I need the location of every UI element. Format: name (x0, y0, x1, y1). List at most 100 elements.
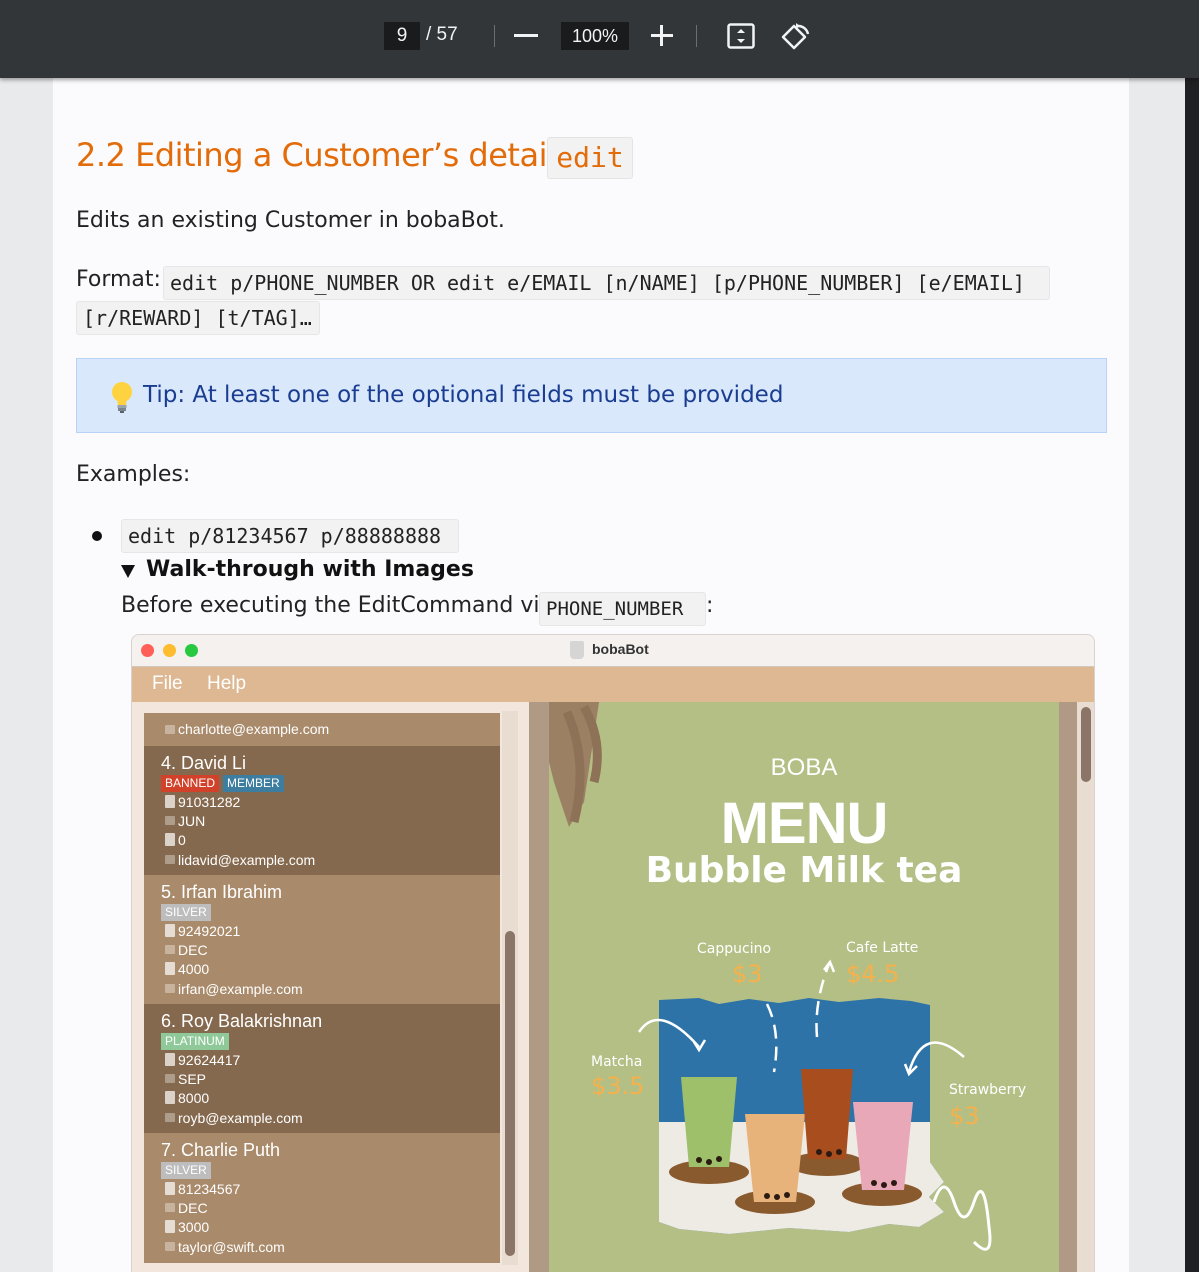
viewer-background (1185, 78, 1199, 1272)
tag-badge: PLATINUM (161, 1033, 229, 1050)
menu-artwork (549, 702, 992, 1251)
fit-page-button[interactable] (727, 23, 755, 49)
boba-menu-image: BOBA MENU Bubble Milk tea Cappucino $3 C… (549, 702, 1059, 1272)
customer-email: irfan@example.com (178, 981, 303, 997)
minimize-window-button[interactable] (163, 644, 176, 657)
customer-email: charlotte@example.com (178, 721, 330, 737)
gift-icon (165, 962, 175, 975)
rotate-icon (781, 23, 810, 50)
zoom-out-button[interactable] (514, 34, 538, 37)
calendar-icon (165, 945, 175, 954)
customer-reward: 4000 (178, 961, 210, 977)
customer-month: JUN (178, 813, 206, 829)
calendar-icon (165, 1074, 175, 1083)
scrollbar-thumb[interactable] (1081, 707, 1091, 782)
customer-list-scrollbar[interactable] (502, 711, 518, 1265)
before-colon: : (706, 593, 714, 618)
lightbulb-icon (110, 381, 134, 415)
customer-phone: 81234567 (178, 1181, 241, 1197)
menu-item-name: Cappucino (697, 941, 772, 957)
customer-reward: 3000 (178, 1219, 210, 1235)
customer-card[interactable]: 6. Roy Balakrishnan PLATINUM 92624417 SE… (144, 1004, 500, 1133)
customer-name: 6. Roy Balakrishnan (161, 1011, 323, 1031)
format-code-line1: edit p/PHONE_NUMBER OR edit e/EMAIL [n/N… (163, 266, 1050, 300)
phone-icon (165, 1182, 175, 1195)
disclosure-triangle-icon[interactable] (121, 565, 135, 578)
format-label: Format: (76, 267, 161, 292)
intro-text: Edits an existing Customer in bobaBot. (76, 208, 505, 233)
pdf-toolbar: 9 / 57 100% (0, 0, 1199, 78)
customer-email: lidavid@example.com (178, 852, 316, 868)
email-icon (165, 855, 175, 864)
zoom-in-button[interactable] (650, 22, 674, 50)
tag-badge: MEMBER (223, 775, 284, 792)
tag-badge: BANNED (161, 775, 220, 792)
app-menubar (132, 667, 1094, 702)
customer-name: 4. David Li (161, 753, 247, 773)
format-code-line2: [r/REWARD] [t/TAG]… (76, 301, 320, 335)
page-current: 9 (396, 25, 408, 46)
menu-item-price: $4.5 (846, 960, 900, 988)
gift-icon (165, 1091, 175, 1104)
examples-label: Examples: (76, 462, 191, 487)
email-icon (165, 725, 175, 734)
rotate-button[interactable] (781, 21, 811, 51)
close-window-button[interactable] (141, 644, 154, 657)
menu-item-name: Matcha (591, 1054, 643, 1070)
customer-month: SEP (178, 1071, 207, 1087)
calendar-icon (165, 816, 175, 825)
toolbar-divider (696, 25, 697, 47)
menu-panel-scrollbar[interactable] (1077, 702, 1094, 1272)
customer-list[interactable]: 12345 charlotte@example.com 4. David Li … (144, 713, 500, 1263)
customer-card[interactable]: 4. David Li BANNED MEMBER 91031282 JUN 0… (144, 746, 500, 875)
app-screenshot: bobaBot File Help 12345 charlotte@exampl… (131, 634, 1095, 1272)
gift-icon (165, 1220, 175, 1233)
menu-panel: BOBA MENU Bubble Milk tea Cappucino $3 C… (529, 702, 1082, 1272)
toolbar-divider (494, 25, 495, 47)
customer-card[interactable]: 5. Irfan Ibrahim SILVER 92492021 DEC 400… (144, 875, 500, 1004)
heading-code: edit (547, 137, 633, 179)
customer-phone: 92492021 (178, 923, 241, 939)
menu-title: MENU (720, 791, 889, 856)
menu-subtitle: Bubble Milk tea (645, 850, 963, 891)
menu-boba-label: BOBA (770, 754, 838, 781)
menu-file[interactable]: File (152, 673, 183, 695)
tag-badge: SILVER (161, 1162, 211, 1179)
customer-month: DEC (178, 1200, 208, 1216)
customer-reward: 0 (178, 832, 186, 848)
zoom-level-input[interactable]: 100% (561, 22, 629, 50)
phone-icon (165, 795, 175, 808)
customer-card[interactable]: 12345 charlotte@example.com (144, 713, 500, 747)
email-icon (165, 1242, 175, 1251)
maximize-window-button[interactable] (185, 644, 198, 657)
menu-item-price: $3 (949, 1102, 980, 1130)
menu-help[interactable]: Help (207, 673, 246, 695)
phone-icon (165, 1053, 175, 1066)
email-icon (165, 984, 175, 993)
scrollbar-thumb[interactable] (505, 931, 515, 1256)
phone-icon (165, 924, 175, 937)
customer-name: 7. Charlie Puth (161, 1140, 281, 1160)
example-code: edit p/81234567 p/88888888 (121, 519, 459, 553)
customer-email: royb@example.com (178, 1110, 303, 1126)
calendar-icon (165, 1203, 175, 1212)
tag-badge: SILVER (161, 904, 211, 921)
walkthrough-summary[interactable]: Walk-through with Images (146, 557, 474, 582)
before-text: Before executing the EditCommand via (121, 593, 554, 618)
app-title: bobaBot (592, 641, 649, 657)
customer-email: taylor@swift.com (178, 1239, 285, 1255)
list-bullet (92, 531, 102, 541)
customer-phone: 91031282 (178, 794, 241, 810)
tip-text: Tip: At least one of the optional fields… (143, 382, 784, 408)
before-code: PHONE_NUMBER (539, 592, 706, 626)
menu-item-name: Strawberry (949, 1082, 1027, 1098)
menu-item-price: $3.5 (591, 1072, 645, 1100)
customer-month: DEC (178, 942, 208, 958)
email-icon (165, 1113, 175, 1122)
zoom-level: 100% (571, 25, 619, 46)
fit-page-icon (727, 23, 755, 49)
boba-cup-icon (570, 641, 584, 659)
page-number-input[interactable]: 9 (384, 22, 420, 50)
customer-name: 5. Irfan Ibrahim (161, 882, 283, 902)
customer-card[interactable]: 7. Charlie Puth SILVER 81234567 DEC 3000… (144, 1133, 500, 1262)
